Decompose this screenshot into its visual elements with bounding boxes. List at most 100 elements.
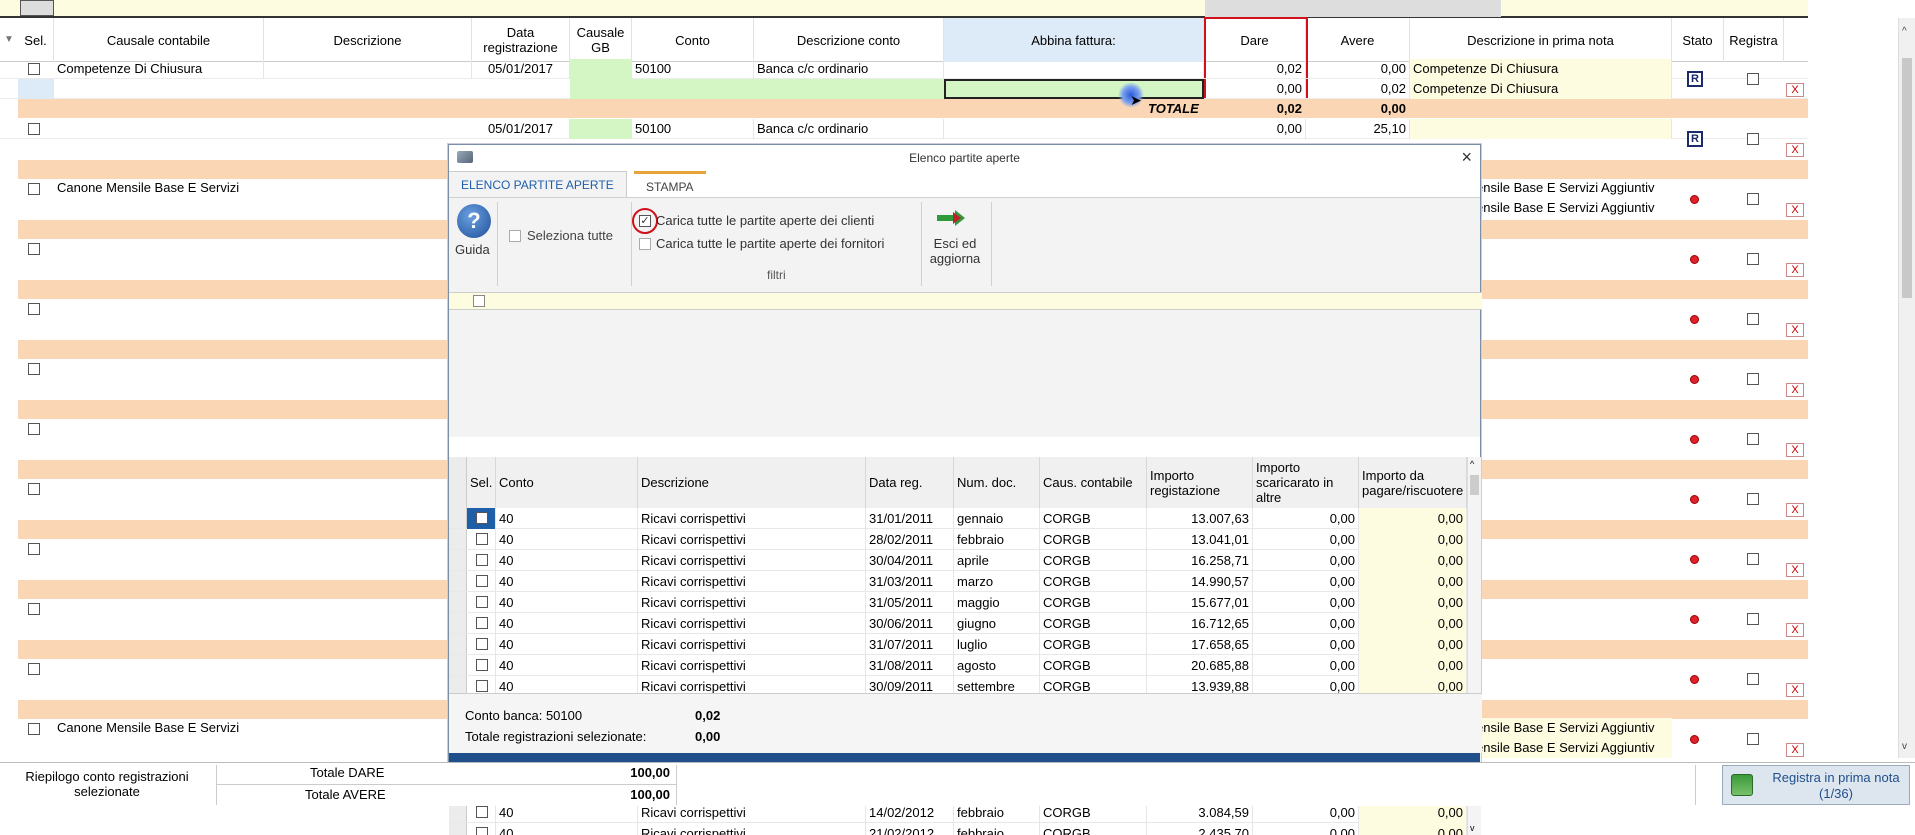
registra-checkbox[interactable] (1747, 433, 1759, 445)
table-row[interactable]: 40 Ricavi corrispettivi 31/08/2011 agosto CO… (449, 655, 1467, 676)
delete-row-button[interactable]: X (1786, 203, 1804, 217)
row-checkbox[interactable] (28, 63, 40, 75)
filtro-clienti-checkbox[interactable]: ✓ (639, 215, 651, 227)
row-checkbox[interactable] (28, 603, 40, 615)
row-checkbox[interactable] (28, 243, 40, 255)
esci-aggiorna-label[interactable]: Esci ed aggiorna (925, 236, 985, 266)
registra-checkbox[interactable] (1747, 613, 1759, 625)
col-importo-reg[interactable]: Importo registazione (1147, 457, 1253, 508)
table-row[interactable]: 40 Ricavi corrispettivi 31/05/2011 maggio CO… (449, 592, 1467, 613)
row-select-checkbox[interactable] (476, 638, 488, 650)
grid-cell: 0,00 (1359, 592, 1467, 613)
col-caus-contabile[interactable]: Caus. contabile (1040, 457, 1147, 508)
delete-row-button[interactable]: X (1786, 443, 1804, 457)
delete-row-button[interactable]: X (1786, 503, 1804, 517)
filter-row-checkbox[interactable] (473, 295, 485, 307)
grid-cell: 16.712,65 (1147, 613, 1253, 634)
top-left-button[interactable] (20, 0, 54, 16)
col-sel[interactable]: Sel. (467, 457, 496, 508)
registra-checkbox[interactable] (1747, 673, 1759, 685)
delete-row-button[interactable]: X (1786, 623, 1804, 637)
table-row[interactable]: 40 Ricavi corrispettivi 31/01/2011 gennaio C… (449, 508, 1467, 529)
scroll-thumb[interactable] (1470, 475, 1479, 495)
table-row[interactable]: 40 Ricavi corrispettivi 31/07/2011 luglio CO… (449, 634, 1467, 655)
table-row[interactable]: Competenze Di Chiusura 05/01/2017 50100 … (0, 59, 1808, 79)
scroll-up-icon[interactable]: ^ (1470, 459, 1474, 469)
col-data-reg[interactable]: Data reg. (866, 457, 954, 508)
grid-cell: 40 (496, 508, 638, 529)
delete-row-button[interactable]: X (1786, 143, 1804, 157)
table-row[interactable]: 0,00 0,02 Competenze Di Chiusura (0, 79, 1808, 99)
close-icon[interactable]: × (1461, 147, 1472, 168)
register-icon (1731, 774, 1753, 796)
row-select-checkbox[interactable] (476, 575, 488, 587)
registra-checkbox[interactable] (1747, 733, 1759, 745)
table-row[interactable]: 40 Ricavi corrispettivi 30/04/2011 aprile CO… (449, 550, 1467, 571)
table-row[interactable]: 05/01/2017 50100 Banca c/c ordinario 0,0… (0, 119, 1808, 139)
row-select-checkbox[interactable] (476, 596, 488, 608)
registra-checkbox[interactable] (1747, 373, 1759, 385)
delete-row-button[interactable]: X (1786, 323, 1804, 337)
col-importo-scaricato[interactable]: Importo scaricarato in altre (1253, 457, 1359, 508)
scroll-up-icon[interactable]: ^ (1902, 26, 1907, 37)
row-select-checkbox[interactable] (476, 659, 488, 671)
row-checkbox[interactable] (28, 543, 40, 555)
table-row[interactable]: 40 Ricavi corrispettivi 31/03/2011 marzo COR… (449, 571, 1467, 592)
stato-r-icon[interactable]: R (1687, 131, 1703, 147)
delete-row-button[interactable]: X (1786, 83, 1804, 97)
row-checkbox[interactable] (28, 183, 40, 195)
totale-sel-value: 0,00 (695, 729, 721, 744)
abbina-fattura-input[interactable] (944, 79, 1204, 99)
stato-r-icon[interactable]: R (1687, 71, 1703, 87)
status-dot-icon (1690, 555, 1699, 564)
filtro-fornitori-checkbox[interactable] (639, 238, 651, 250)
row-checkbox[interactable] (28, 663, 40, 675)
col-importo-da-pagare[interactable]: Importo da pagare/riscuotere (1359, 457, 1467, 508)
table-row[interactable]: 40 Ricavi corrispettivi 30/06/2011 giugno CO… (449, 613, 1467, 634)
delete-row-button[interactable]: X (1786, 383, 1804, 397)
scroll-thumb[interactable] (1902, 58, 1912, 298)
row-checkbox[interactable] (28, 423, 40, 435)
esci-aggiorna-icon[interactable] (937, 208, 971, 228)
row-select-checkbox[interactable] (476, 617, 488, 629)
row-checkbox[interactable] (28, 363, 40, 375)
registra-checkbox[interactable] (1747, 133, 1759, 145)
scroll-down-icon[interactable]: v (1470, 823, 1475, 833)
tab-stampa[interactable]: STAMPA (634, 171, 706, 197)
row-checkbox[interactable] (28, 303, 40, 315)
seleziona-tutte-checkbox[interactable] (509, 230, 521, 242)
tab-elenco[interactable]: ELENCO PARTITE APERTE (449, 171, 627, 197)
delete-row-button[interactable]: X (1786, 743, 1804, 757)
registra-checkbox[interactable] (1747, 493, 1759, 505)
totale-avere: 0,00 (1380, 101, 1406, 116)
delete-row-button[interactable]: X (1786, 263, 1804, 277)
row-select-checkbox[interactable] (476, 512, 488, 524)
col-conto[interactable]: Conto (496, 457, 638, 508)
delete-row-button[interactable]: X (1786, 563, 1804, 577)
row-select-checkbox[interactable] (476, 680, 488, 692)
scroll-down-icon[interactable]: v (1902, 741, 1907, 752)
row-select-checkbox[interactable] (476, 806, 488, 818)
help-icon[interactable]: ? (457, 204, 491, 238)
row-checkbox[interactable] (28, 723, 40, 735)
row-select-checkbox[interactable] (476, 827, 488, 835)
registra-checkbox[interactable] (1747, 73, 1759, 85)
grid-cell: 0,00 (1359, 613, 1467, 634)
registra-checkbox[interactable] (1747, 193, 1759, 205)
row-checkbox[interactable] (28, 483, 40, 495)
vertical-scrollbar[interactable]: ^ v (1898, 18, 1915, 758)
row-select-checkbox[interactable] (476, 533, 488, 545)
registra-prima-nota-button[interactable]: Registra in prima nota (1/36) (1722, 765, 1910, 805)
delete-row-button[interactable]: X (1786, 683, 1804, 697)
row-select-checkbox[interactable] (476, 554, 488, 566)
registra-checkbox[interactable] (1747, 253, 1759, 265)
toolbar: ? Guida Seleziona tutte ✓ Carica tutte l… (449, 197, 1482, 437)
col-descrizione[interactable]: Descrizione (638, 457, 866, 508)
table-row[interactable]: 40 Ricavi corrispettivi 28/02/2011 febbraio… (449, 529, 1467, 550)
row-checkbox[interactable] (28, 123, 40, 135)
registra-checkbox[interactable] (1747, 313, 1759, 325)
table-row[interactable]: 40 Ricavi corrispettivi 21/02/2012 febbraio… (449, 823, 1467, 835)
registra-checkbox[interactable] (1747, 553, 1759, 565)
col-num-doc[interactable]: Num. doc. (954, 457, 1040, 508)
guida-label[interactable]: Guida (455, 242, 490, 257)
